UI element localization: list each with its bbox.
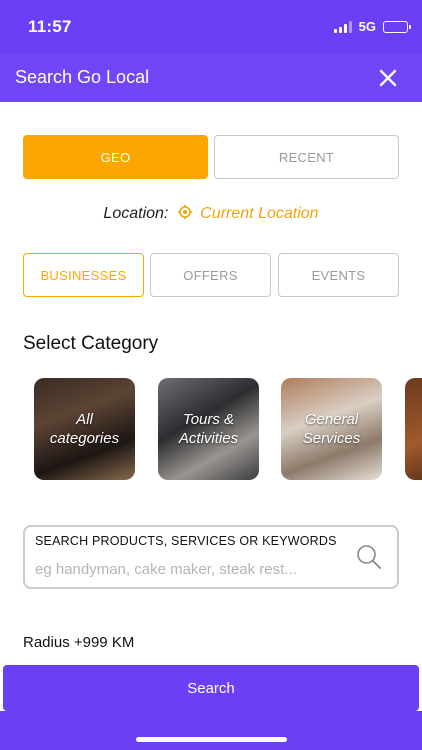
tab-businesses[interactable]: BUSINESSES xyxy=(23,253,144,297)
location-row: Location: Current Location xyxy=(0,205,422,223)
close-icon xyxy=(379,69,397,87)
search-icon[interactable] xyxy=(355,543,383,571)
recent-toggle-button[interactable]: RECENT xyxy=(214,135,399,179)
search-label: SEARCH PRODUCTS, SERVICES OR KEYWORDS xyxy=(35,534,337,548)
geo-toggle-button[interactable]: GEO xyxy=(23,135,208,179)
status-time: 11:57 xyxy=(28,17,72,36)
signal-icon xyxy=(333,20,352,33)
category-card-label: General Services xyxy=(302,411,361,447)
category-card-all[interactable]: All categories xyxy=(34,378,135,480)
bottom-bar xyxy=(0,711,422,750)
page-title: Search Go Local xyxy=(15,67,150,87)
tab-offers-label: OFFERS xyxy=(183,267,238,283)
status-indicators: 5G xyxy=(333,19,411,34)
battery-icon xyxy=(383,20,411,33)
select-category-heading: Select Category xyxy=(23,333,159,354)
category-card-label: Tours & Activities xyxy=(178,411,239,447)
category-card-label: All categories xyxy=(49,411,120,447)
search-button[interactable]: Search xyxy=(3,665,419,711)
category-card-tours-activities[interactable]: Tours & Activities xyxy=(158,378,259,480)
location-target-icon xyxy=(177,205,192,219)
status-bar: 11:57 5G xyxy=(0,0,422,54)
recent-toggle-label: RECENT xyxy=(278,149,335,165)
current-location-link[interactable]: Current Location xyxy=(200,205,318,222)
location-label: Location: xyxy=(103,205,169,222)
network-type: 5G xyxy=(358,19,376,34)
app-header: Search Go Local xyxy=(0,54,422,102)
category-card-label xyxy=(405,378,422,480)
tab-events[interactable]: EVENTS xyxy=(278,253,399,297)
category-card-partial[interactable] xyxy=(405,378,422,480)
search-input[interactable] xyxy=(35,558,347,580)
home-indicator xyxy=(136,737,287,742)
radius-label: Radius +999 KM xyxy=(23,634,135,651)
search-box: SEARCH PRODUCTS, SERVICES OR KEYWORDS xyxy=(23,525,399,589)
close-button[interactable] xyxy=(376,66,400,90)
tab-offers[interactable]: OFFERS xyxy=(150,253,271,297)
search-button-label: Search xyxy=(187,679,235,697)
category-carousel[interactable]: All categories Tours & Activities Genera… xyxy=(0,378,422,480)
category-card-general-services[interactable]: General Services xyxy=(281,378,382,480)
tab-businesses-label: BUSINESSES xyxy=(40,267,127,283)
geo-toggle-label: GEO xyxy=(100,149,131,165)
tab-events-label: EVENTS xyxy=(311,267,366,283)
